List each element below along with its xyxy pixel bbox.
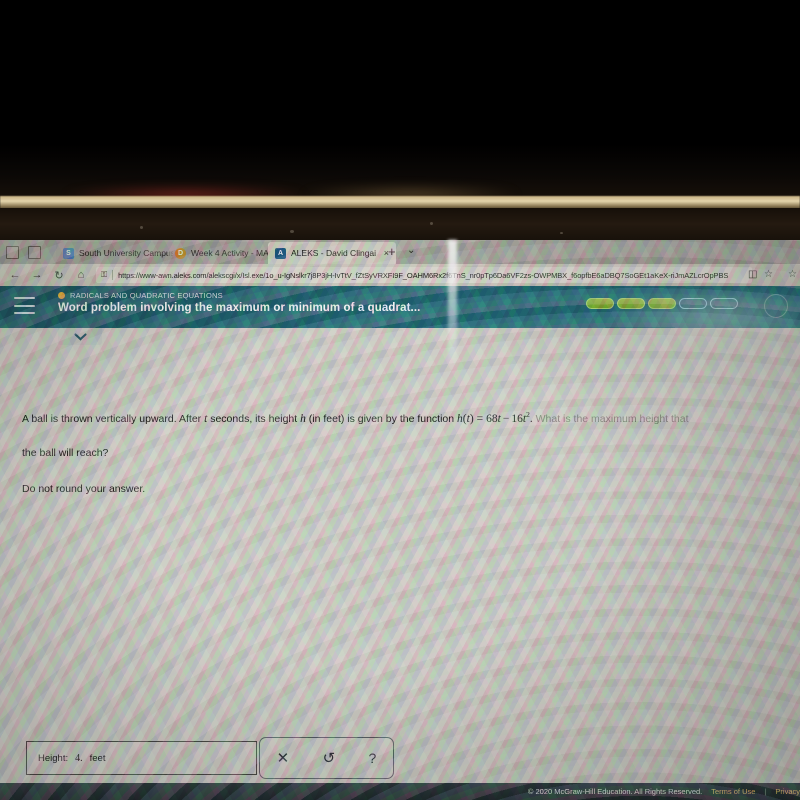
answer-label: Height: [38, 752, 69, 764]
privacy-link[interactable]: Privacy [775, 787, 800, 796]
help-button[interactable]: ? [369, 751, 377, 765]
progress-segment [648, 298, 676, 309]
expand-panel-toggle[interactable] [58, 328, 102, 345]
collections-star-icon[interactable]: ☆ [788, 269, 797, 280]
topic-row: RADICALS AND QUADRATIC EQUATIONS [58, 291, 223, 300]
copyright-footer: © 2020 McGraw-Hill Education. All Rights… [0, 783, 800, 800]
tab-favicon-aleks: A [275, 247, 286, 259]
copyright-text: © 2020 McGraw-Hill Education. All Rights… [527, 787, 703, 796]
answer-toolbar: ✕ ↺ ? [259, 737, 394, 779]
formula-expression: h(t) = 68t −16t2. [457, 410, 533, 425]
address-bar-url: https://www-awn.aleks.com/alekscgi/x/Isl… [118, 270, 729, 280]
browser-tab-strip: S South University Campus Co D Week 4 Ac… [0, 240, 800, 264]
answer-input-field[interactable]: Height: 4. feet [26, 741, 257, 775]
problem-body: A ball is thrown vertically upward. Afte… [0, 345, 800, 800]
topic-bullet-icon [58, 292, 65, 299]
window-minimize-icon[interactable] [28, 246, 41, 259]
hamburger-menu-icon[interactable] [14, 297, 35, 314]
tab-label: South University Campus Co [79, 248, 173, 258]
aleks-application: RADICALS AND QUADRATIC EQUATIONS Word pr… [0, 286, 800, 800]
photographed-laptop-screen: S South University Campus Co D Week 4 Ac… [0, 0, 800, 800]
laptop-top-bezel-dark [0, 0, 800, 200]
question-line1-part-c: (in feet) is given by the function [305, 412, 458, 425]
clear-button[interactable]: ✕ [277, 751, 290, 766]
favorite-star-icon[interactable]: ☆ [764, 269, 773, 280]
formula-term1-coefficient: 68 [486, 412, 498, 425]
address-divider [112, 270, 114, 280]
answer-unit-label: feet [89, 752, 106, 764]
browser-window: S South University Campus Co D Week 4 Ac… [0, 240, 800, 800]
chevron-down-icon-tab-list[interactable]: ⌄ [407, 245, 415, 256]
tab-favicon: D [175, 247, 186, 259]
browser-tab-1[interactable]: D Week 4 Activity - MAT1001 [168, 242, 280, 264]
question-line1-part-d: What is the maximum height that [532, 412, 689, 425]
new-tab-button[interactable]: + [388, 244, 396, 259]
aleks-header-bar: RADICALS AND QUADRATIC EQUATIONS Word pr… [0, 286, 800, 328]
window-restore-icon[interactable] [6, 246, 19, 259]
undo-button[interactable]: ↺ [323, 751, 336, 766]
page-title: Word problem involving the maximum or mi… [58, 302, 421, 314]
lock-icon: ⚿ [101, 270, 108, 279]
formula-equals: = [476, 412, 484, 425]
question-line1-part-a: A ball is thrown vertically upward. Afte… [22, 412, 205, 425]
chevron-down-icon [73, 332, 87, 341]
refresh-icon[interactable]: ↻ [52, 269, 66, 282]
footer-separator: | [764, 787, 767, 796]
topic-label: RADICALS AND QUADRATIC EQUATIONS [70, 291, 223, 300]
progress-indicator [586, 298, 738, 309]
home-icon[interactable]: ⌂ [74, 269, 88, 281]
question-text: A ball is thrown vertically upward. Afte… [22, 406, 790, 428]
formula-term2-coefficient: 16 [511, 412, 523, 425]
tab-favicon: S [63, 247, 74, 259]
progress-segment [710, 298, 738, 309]
progress-segment [679, 298, 707, 309]
question-line2: the ball will reach? [22, 447, 109, 459]
back-icon[interactable]: ← [8, 269, 22, 281]
formula-minus: − [502, 412, 510, 425]
browser-tab-aleks-active[interactable]: A ALEKS - David Clingain × [268, 242, 396, 264]
browser-toolbar: ← → ↻ ⌂ ⚿ https://www-awn.aleks.com/alek… [0, 264, 800, 286]
progress-segment [617, 298, 645, 309]
tab-label: ALEKS - David Clingain [291, 248, 376, 258]
progress-segment [586, 298, 614, 309]
tab-label: Week 4 Activity - MAT1001 [191, 248, 273, 258]
browser-tab-0[interactable]: S South University Campus Co [56, 242, 180, 264]
address-bar[interactable]: ⚿ https://www-awn.aleks.com/alekscgi/x/I… [96, 267, 752, 283]
reading-view-icon[interactable]: ◫ [748, 269, 757, 280]
question-instruction: Do not round your answer. [22, 483, 146, 495]
forward-icon[interactable]: → [30, 269, 44, 281]
question-line1-part-b: seconds, its height [207, 412, 301, 425]
avatar[interactable] [764, 294, 788, 318]
terms-of-use-link[interactable]: Terms of Use [711, 787, 755, 796]
answer-value: 4. [75, 752, 83, 764]
